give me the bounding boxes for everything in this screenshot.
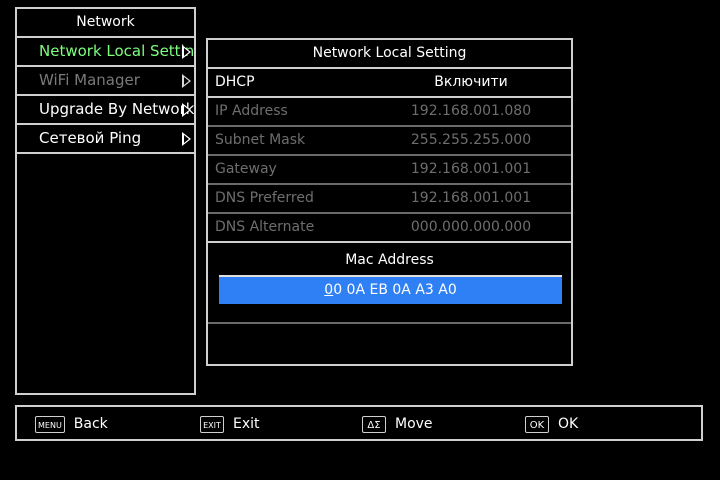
mac-address-title: Mac Address bbox=[345, 252, 434, 268]
exit-key-icon: EXIT bbox=[200, 415, 224, 433]
dns-preferred-label: DNS Preferred bbox=[215, 190, 314, 206]
dns-alternate-value[interactable]: 000.000.000.000 bbox=[406, 214, 536, 241]
ip-address-row[interactable]: IP Address 192.168.001.080 bbox=[208, 98, 571, 127]
dns-preferred-value[interactable]: 192.168.001.001 bbox=[406, 185, 536, 212]
divider bbox=[208, 322, 571, 324]
menu-key-icon: MENU bbox=[35, 415, 65, 433]
hint-exit[interactable]: EXIT Exit bbox=[200, 414, 260, 434]
subnet-mask-value[interactable]: 255.255.255.000 bbox=[406, 127, 536, 154]
ip-address-label: IP Address bbox=[215, 103, 288, 119]
network-menu-panel: Network Network Local Setting WiFi Manag… bbox=[15, 7, 196, 395]
chevron-right-icon bbox=[182, 74, 191, 88]
menu-item-wifi-manager[interactable]: WiFi Manager bbox=[17, 67, 194, 96]
dns-alternate-label: DNS Alternate bbox=[215, 219, 315, 235]
hint-label: Exit bbox=[233, 416, 260, 432]
dhcp-label: DHCP bbox=[215, 74, 255, 90]
gateway-row[interactable]: Gateway 192.168.001.001 bbox=[208, 156, 571, 185]
settings-title: Network Local Setting bbox=[208, 40, 571, 69]
up-down-key-icon: ΔΣ bbox=[362, 415, 386, 433]
dns-alternate-row[interactable]: DNS Alternate 000.000.000.000 bbox=[208, 214, 571, 243]
menu-item-upgrade-by-network[interactable]: Upgrade By Network bbox=[17, 96, 194, 125]
menu-item-label: Сетевой Ping bbox=[39, 129, 142, 147]
menu-item-network-local-setting[interactable]: Network Local Setting bbox=[17, 38, 194, 67]
hint-label: Move bbox=[395, 416, 433, 432]
hint-label: Back bbox=[73, 416, 108, 432]
menu-item-label: Upgrade By Network bbox=[39, 100, 194, 118]
menu-item-label: Network Local Setting bbox=[39, 42, 194, 60]
hint-label: OK bbox=[558, 416, 579, 432]
subnet-mask-row[interactable]: Subnet Mask 255.255.255.000 bbox=[208, 127, 571, 156]
hint-back[interactable]: MENU Back bbox=[35, 414, 108, 434]
subnet-mask-label: Subnet Mask bbox=[215, 132, 306, 148]
mac-cursor-char: 0 bbox=[324, 282, 334, 298]
menu-item-label: WiFi Manager bbox=[39, 71, 140, 89]
gateway-label: Gateway bbox=[215, 161, 277, 177]
menu-item-network-ping[interactable]: Сетевой Ping bbox=[17, 125, 194, 154]
mac-address-input[interactable]: 00 0A EB 0A A3 A0 bbox=[219, 275, 562, 304]
chevron-right-icon bbox=[182, 103, 191, 117]
dns-preferred-row[interactable]: DNS Preferred 192.168.001.001 bbox=[208, 185, 571, 214]
hint-move[interactable]: ΔΣ Move bbox=[362, 414, 433, 434]
dhcp-value[interactable]: Включити bbox=[406, 69, 536, 96]
dhcp-row[interactable]: DHCP Включити bbox=[208, 69, 571, 98]
network-settings-panel: Network Local Setting DHCP Включити IP A… bbox=[206, 38, 573, 366]
hint-ok[interactable]: OK OK bbox=[525, 414, 578, 434]
chevron-right-icon bbox=[182, 45, 191, 59]
mac-address-value: 0 0A EB 0A A3 A0 bbox=[333, 282, 457, 298]
key-hint-bar: MENU Back EXIT Exit ΔΣ Move OK OK bbox=[15, 405, 703, 441]
menu-title: Network bbox=[17, 9, 194, 38]
chevron-right-icon bbox=[182, 132, 191, 146]
ok-key-icon: OK bbox=[525, 415, 549, 433]
ip-address-value[interactable]: 192.168.001.080 bbox=[406, 98, 536, 125]
gateway-value[interactable]: 192.168.001.001 bbox=[406, 156, 536, 183]
